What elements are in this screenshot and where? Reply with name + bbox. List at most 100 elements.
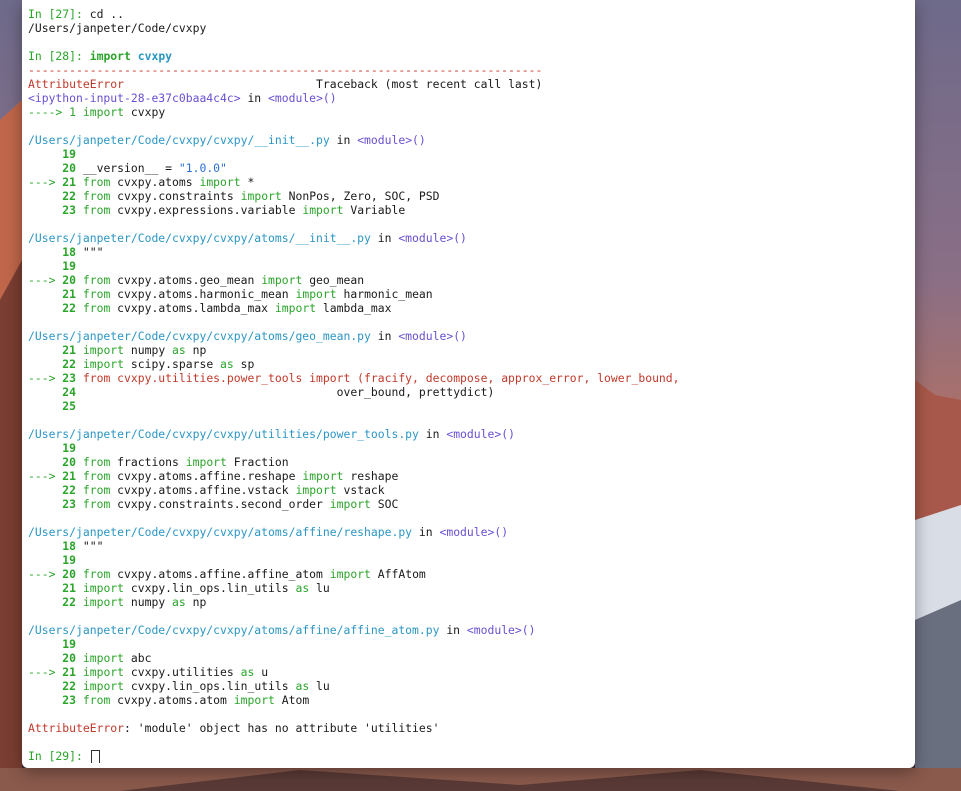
code-text: cvxpy.atoms.lambda_max — [110, 301, 275, 315]
code-text: cvxpy.lin_ops.lin_utils — [124, 679, 296, 693]
frame-code-line: 22 import numpy as np — [28, 595, 915, 609]
frame-header: /Users/janpeter/Code/cvxpy/cvxpy/atoms/_… — [28, 231, 915, 245]
code-text: numpy — [124, 595, 173, 609]
arrow-marker — [28, 301, 62, 315]
module-ref: <module>() — [439, 525, 509, 539]
cell-29-input[interactable]: In [29]: — [28, 749, 915, 763]
frame-code-line: 22 import scipy.sparse as sp — [28, 357, 915, 371]
code-text: cvxpy.constraints.second_order — [110, 497, 330, 511]
frame-code-line: 21 import numpy as np — [28, 343, 915, 357]
arrow-marker — [28, 259, 62, 273]
frame-code-line: 25 — [28, 399, 915, 413]
line-number: 19 — [62, 637, 77, 651]
line-number: 22 — [62, 595, 77, 609]
module-ref: <module>() — [398, 329, 467, 343]
arrow-marker: ---> — [28, 175, 63, 189]
frame-code-line: 23 from cvxpy.constraints.second_order i… — [28, 497, 915, 511]
arrow-marker — [28, 595, 62, 609]
frame-code-line: ---> 20 from cvxpy.atoms.affine.affine_a… — [28, 567, 915, 581]
prompt-label: In [27]: — [28, 7, 83, 21]
arrow-marker — [28, 203, 62, 217]
arrow-marker: ----> 1 — [28, 105, 83, 119]
keyword: import — [240, 189, 282, 203]
line-number: 20 — [62, 161, 77, 175]
line-number: 20 — [62, 567, 77, 581]
module-ref: <module>() — [357, 133, 426, 147]
string-literal: "1.0.0" — [178, 161, 227, 175]
keyword: from — [76, 469, 111, 483]
keyword: from — [76, 693, 111, 707]
frame-code-line: 23 from cvxpy.atoms.atom import Atom — [28, 693, 915, 707]
frame-code-line: 18 """ — [28, 539, 915, 553]
keyword: from — [76, 483, 111, 497]
text-cursor[interactable] — [90, 749, 100, 763]
code-text: cvxpy.expressions.variable — [110, 203, 303, 217]
arrow-marker — [28, 147, 62, 161]
keyword: as — [172, 595, 186, 609]
line-number: 19 — [62, 553, 77, 567]
code-text: scipy.sparse — [124, 357, 221, 371]
code-text: cvxpy.atoms.geo_mean — [110, 273, 262, 287]
arrow-marker — [28, 357, 62, 371]
code-text: reshape — [343, 469, 399, 483]
frame-code-line: 20 __version__ = "1.0.0" — [28, 161, 915, 175]
line-number: 24 — [62, 385, 77, 399]
module-ref: <module>() — [398, 231, 467, 245]
keyword: from — [76, 175, 111, 189]
code-text: lu — [309, 679, 330, 693]
code-text: over_bound, prettydict) — [76, 385, 495, 399]
module-ref: <module>() — [466, 623, 536, 637]
arrow-marker: ---> — [28, 273, 63, 287]
line-number: 21 — [62, 287, 77, 301]
keyword: import — [302, 203, 344, 217]
keyword: from — [76, 273, 111, 287]
error-type: AttributeError — [28, 77, 125, 91]
line-number: 22 — [62, 483, 77, 497]
frame-header: /Users/janpeter/Code/cvxpy/cvxpy/atoms/a… — [28, 525, 915, 539]
code-text: geo_mean — [302, 273, 365, 287]
code-text: SOC — [370, 497, 399, 511]
keyword: import — [329, 567, 371, 581]
frame-file-path: /Users/janpeter/Code/cvxpy/cvxpy/atoms/g… — [28, 329, 371, 343]
frame-header: /Users/janpeter/Code/cvxpy/cvxpy/__init_… — [28, 133, 915, 147]
code-text: sp — [233, 357, 255, 371]
keyword: from — [76, 301, 111, 315]
in-word: in — [425, 427, 440, 441]
frame-file-path: /Users/janpeter/Code/cvxpy/cvxpy/atoms/_… — [28, 231, 371, 245]
prompt-label: In [29]: — [28, 749, 83, 763]
keyword: import — [295, 483, 337, 497]
cell-28-input: In [28]: import cvxpy — [28, 49, 915, 63]
arrow-marker — [28, 189, 62, 203]
keyword: import — [261, 273, 303, 287]
code-text: cvxpy.utilities — [124, 665, 241, 679]
frame-file-path: /Users/janpeter/Code/cvxpy/cvxpy/__init_… — [28, 133, 330, 147]
code-text: vstack — [336, 483, 385, 497]
code-text: u — [254, 665, 269, 679]
arrow-marker — [28, 497, 62, 511]
in-word: in — [247, 91, 262, 105]
frame-code-line: 22 from cvxpy.atoms.affine.vstack import… — [28, 483, 915, 497]
keyword: import — [274, 301, 317, 315]
line-number: 18 — [62, 245, 77, 259]
terminal-window[interactable]: In [27]: cd .. /Users/janpeter/Code/cvxp… — [22, 0, 915, 768]
traceback-input-ref: <ipython-input-28-e37c0baa4c4c> in <modu… — [28, 91, 915, 105]
arrow-marker — [28, 651, 62, 665]
arrow-marker — [28, 455, 62, 469]
code-text: cvxpy.lin_ops.lin_utils — [124, 581, 296, 595]
code-text: """ — [76, 539, 104, 553]
keyword: import — [76, 595, 125, 609]
line-number: 20 — [62, 651, 77, 665]
frame-code-line: 19 — [28, 147, 915, 161]
code-text: * — [240, 175, 255, 189]
arrow-marker — [28, 581, 62, 595]
frame-code-line: 19 — [28, 259, 915, 273]
code-text: """ — [76, 245, 104, 259]
line-number: 21 — [62, 581, 77, 595]
arrow-marker: ---> — [28, 469, 63, 483]
traceback-frames: /Users/janpeter/Code/cvxpy/cvxpy/__init_… — [28, 119, 915, 707]
frame-code-line: 21 from cvxpy.atoms.harmonic_mean import… — [28, 287, 915, 301]
